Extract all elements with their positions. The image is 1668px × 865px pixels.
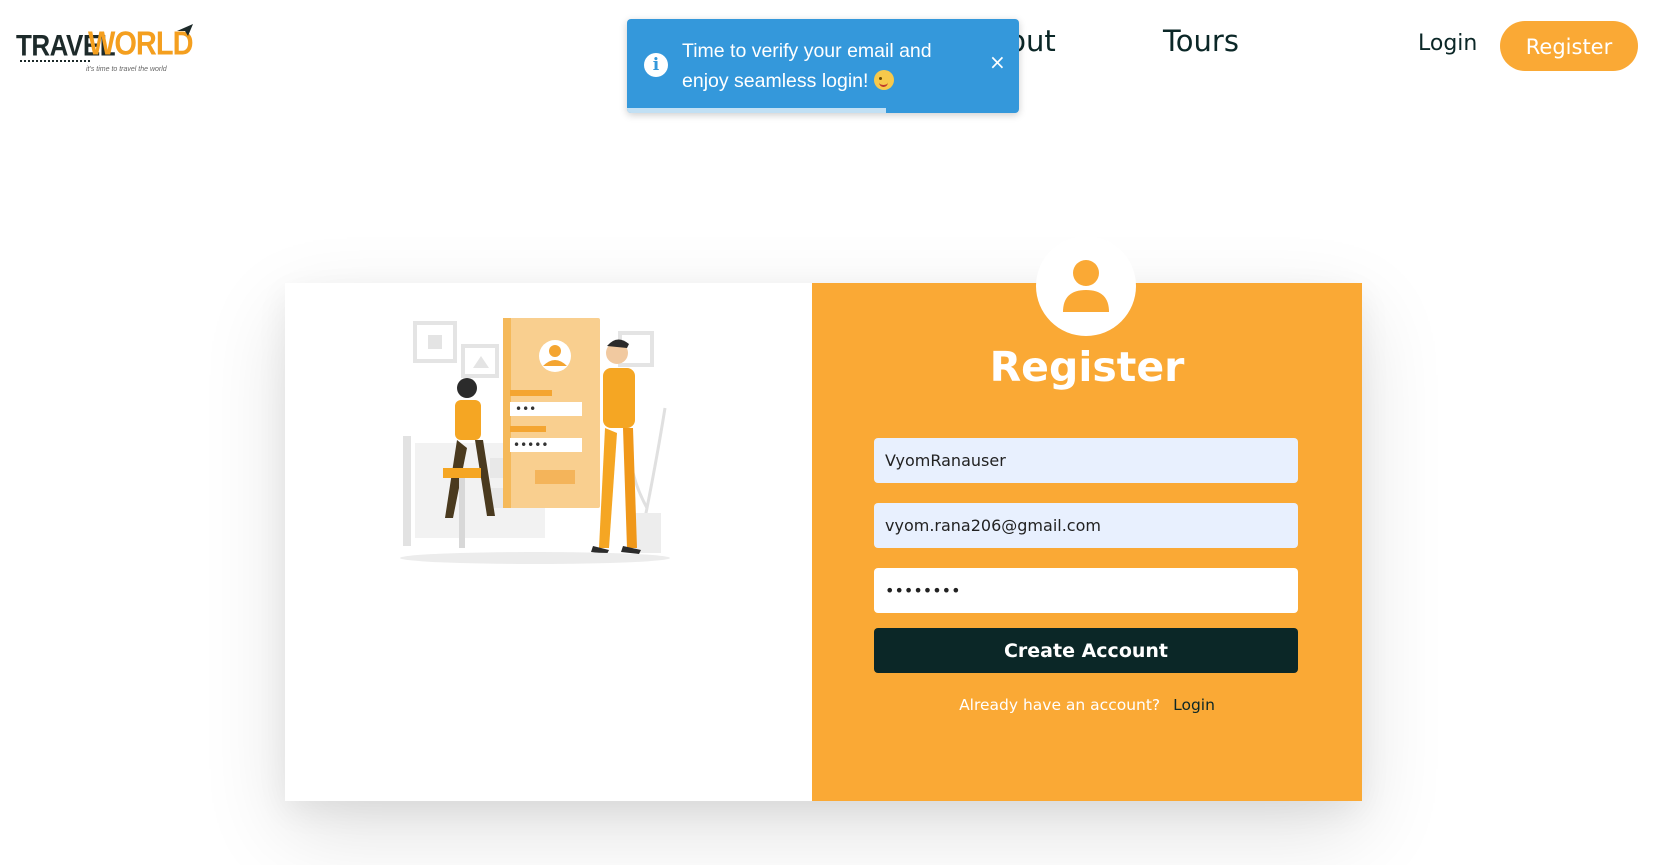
email-input[interactable] <box>874 503 1298 548</box>
toast-message: Time to verify your email and enjoy seam… <box>682 40 932 92</box>
info-icon: i <box>644 53 668 77</box>
toast-progress-bar <box>627 108 886 113</box>
nav-register-button[interactable]: Register <box>1500 21 1638 71</box>
login-prompt: Already have an account? Login <box>812 696 1362 714</box>
login-prompt-text: Already have an account? <box>959 696 1161 714</box>
register-illustration: ••• ••••• <box>400 318 670 564</box>
logo[interactable]: TRAVEL WORLD it's time to travel the wor… <box>16 22 196 78</box>
svg-text:•••: ••• <box>515 402 536 416</box>
username-input[interactable] <box>874 438 1298 483</box>
create-account-button[interactable]: Create Account <box>874 628 1298 673</box>
user-icon <box>1063 260 1109 312</box>
nav-login-link[interactable]: Login <box>1418 31 1477 56</box>
nav-tours[interactable]: Tours <box>1163 24 1239 58</box>
wink-emoji-icon <box>874 70 895 90</box>
svg-text:•••••: ••••• <box>513 438 548 452</box>
avatar <box>1036 236 1136 336</box>
toast-notification: i Time to verify your email and enjoy se… <box>627 19 1019 113</box>
form-title: Register <box>989 343 1185 391</box>
login-link[interactable]: Login <box>1173 696 1215 714</box>
toast-close-button[interactable]: × <box>989 50 1006 74</box>
logo-tagline: it's time to travel the world <box>86 66 167 73</box>
toast-message-wrap: Time to verify your email and enjoy seam… <box>682 36 972 96</box>
plane-icon <box>177 24 193 36</box>
password-input[interactable] <box>874 568 1298 613</box>
